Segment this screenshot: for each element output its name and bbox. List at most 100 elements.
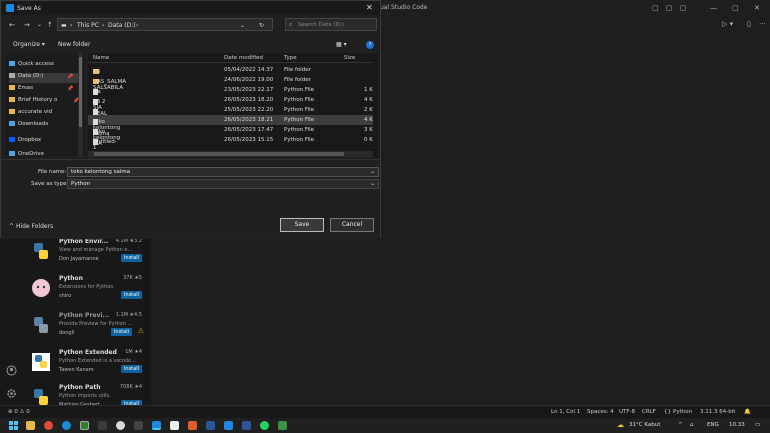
help-icon[interactable]: ?	[366, 41, 374, 49]
windows-start-icon[interactable]	[9, 421, 18, 430]
layout-icon[interactable]: ▢	[652, 4, 659, 12]
refresh-icon[interactable]: ↻	[259, 22, 264, 29]
nav-item-accurate-vid[interactable]: accurate vid	[9, 109, 83, 119]
nav-item-data-d[interactable]: Data (D:) 📌	[9, 73, 83, 83]
breadcrumb-separator: ›	[70, 22, 73, 29]
install-button[interactable]: Install	[120, 291, 142, 299]
nav-item-brief-history[interactable]: Brief History o 📌	[9, 97, 83, 107]
file-explorer-icon[interactable]	[26, 421, 35, 430]
breadcrumb-data-d[interactable]: Data (D:)	[108, 22, 136, 29]
file-name-input[interactable]: toko kelontong salma ⌄	[67, 167, 379, 177]
cloud-icon	[9, 151, 15, 156]
whatsapp-icon[interactable]	[260, 421, 269, 430]
account-icon[interactable]	[6, 365, 17, 376]
notification-icon[interactable]: ▭	[755, 422, 760, 428]
edge-icon[interactable]	[62, 421, 71, 430]
run-icon[interactable]: ▷ ▾	[722, 20, 733, 28]
vscode-icon[interactable]	[152, 421, 161, 430]
close-icon[interactable]: ✕	[754, 4, 760, 12]
chevron-down-icon[interactable]: ⌄	[37, 21, 42, 28]
file-row-selected[interactable]: toko kelontong salma 26/05/2023 18.21 Py…	[88, 115, 373, 137]
column-name[interactable]: Name	[93, 55, 109, 61]
input-language[interactable]: ENG	[707, 422, 719, 428]
eol[interactable]: CRLF	[642, 409, 656, 415]
nav-item-dropbox[interactable]: Dropbox	[9, 137, 83, 147]
app-icon[interactable]	[116, 421, 125, 430]
app-icon[interactable]	[224, 421, 233, 430]
word-icon[interactable]	[206, 421, 215, 430]
nav-item-quick-access[interactable]: Quick access	[9, 61, 83, 71]
new-folder-button[interactable]: New folder	[58, 41, 90, 48]
install-button[interactable]: Install	[120, 254, 142, 262]
file-row[interactable]: tb 2 sia 25/05/2023 22.20 Python File 2 …	[88, 105, 373, 127]
forward-arrow-icon[interactable]: →	[24, 21, 30, 29]
clock[interactable]: 10.33	[729, 422, 745, 428]
file-row[interactable]: UAS_SALMA SALSABILA 24/06/2022 19.00 Fil…	[88, 75, 373, 91]
encoding[interactable]: UTF-8	[619, 409, 635, 415]
layout-icon[interactable]: ▢	[680, 4, 687, 12]
app-icon[interactable]	[134, 421, 143, 430]
column-type[interactable]: Type	[284, 55, 297, 61]
bell-icon[interactable]: 🔔	[744, 409, 751, 415]
python-version[interactable]: 3.11.3 64-bit	[700, 409, 735, 415]
back-arrow-icon[interactable]: ←	[9, 21, 15, 29]
chevron-down-icon[interactable]: ⌄	[240, 22, 245, 29]
word-icon[interactable]	[242, 421, 251, 430]
extension-item[interactable]: Python Envir... 4.1M ★3.2 View and manag…	[31, 237, 146, 271]
extension-item[interactable]: Python Extended 1M ★4 Python Extended is…	[31, 348, 146, 382]
minimize-icon[interactable]: —	[710, 4, 717, 12]
weather-text[interactable]: 31°C Kabut	[629, 422, 660, 428]
nav-item-downloads[interactable]: Downloads	[9, 121, 83, 131]
view-options-icon[interactable]: ▦ ▾	[336, 41, 347, 48]
extension-item[interactable]: Python 37K ★5 Extensions for Python shir…	[31, 274, 146, 308]
chevron-down-icon[interactable]: ⌄	[370, 169, 375, 175]
language-mode[interactable]: Python	[673, 409, 692, 415]
nav-scrollbar[interactable]	[78, 53, 83, 157]
app-icon[interactable]	[80, 421, 89, 430]
organize-button[interactable]: Organize ▾	[13, 41, 45, 48]
column-date[interactable]: Date modified	[224, 55, 263, 61]
file-date: 25/05/2023 22.20	[224, 107, 274, 113]
tray-chevron-icon[interactable]: ^	[678, 422, 683, 428]
address-bar[interactable]: ▬ › This PC › Data (D:) › ⌄ ↻	[57, 18, 273, 31]
maximize-icon[interactable]: ▢	[732, 4, 739, 12]
file-row[interactable]: Untitled-1 26/05/2023 15.15 Python File …	[88, 135, 373, 151]
more-icon[interactable]: …	[759, 18, 766, 26]
extension-item[interactable]: Python Previ... 1.1M ★4.5 Provide Previe…	[31, 311, 146, 345]
cancel-button[interactable]: Cancel	[330, 218, 374, 232]
breadcrumb-this-pc[interactable]: This PC	[77, 22, 99, 29]
app-icon[interactable]	[188, 421, 197, 430]
problems-count[interactable]: ⊗ 0 ⚠ 0	[8, 409, 30, 415]
app-icon[interactable]	[278, 421, 287, 430]
save-button[interactable]: Save	[280, 218, 324, 232]
install-button[interactable]: Install	[110, 328, 132, 336]
nav-item-onedrive[interactable]: OneDrive	[9, 151, 83, 157]
cursor-position[interactable]: Ln 1, Col 1	[551, 409, 580, 415]
search-input[interactable]: ⌕ Search Data (D:)	[285, 18, 377, 31]
horizontal-scrollbar[interactable]	[88, 151, 373, 157]
chrome-icon[interactable]	[44, 421, 53, 430]
extension-name: Python	[59, 275, 83, 282]
install-button[interactable]: Install	[120, 365, 142, 373]
file-size: 2 K	[364, 107, 373, 113]
file-row[interactable]: TB 05/04/2022 14.37 File folder	[88, 65, 373, 75]
file-date: 26/05/2023 15.15	[224, 137, 274, 143]
save-as-type-select[interactable]: Python ⌄	[67, 179, 379, 189]
up-arrow-icon[interactable]: ↑	[47, 21, 53, 29]
hide-folders-label: Hide Folders	[15, 223, 54, 230]
close-icon[interactable]: ✕	[366, 3, 373, 12]
hide-folders-toggle[interactable]: ^ Hide Folders	[9, 223, 53, 230]
file-row[interactable]: sia 23/05/2023 22.17 Python File 1 K	[88, 85, 373, 95]
layout-icon[interactable]: ▢	[666, 4, 673, 12]
gear-icon[interactable]	[6, 388, 17, 399]
split-editor-icon[interactable]: ▯	[747, 20, 751, 28]
app-icon[interactable]	[98, 421, 107, 430]
column-size[interactable]: Size	[344, 55, 355, 61]
network-icon[interactable]: ⌂	[690, 422, 694, 428]
nav-item-emas[interactable]: Emas 📌	[9, 85, 83, 95]
file-row[interactable]: Toko kelontong SIA 26/05/2023 17.47 Pyth…	[88, 125, 373, 147]
indentation[interactable]: Spaces: 4	[587, 409, 614, 415]
braces-icon[interactable]: {}	[664, 409, 671, 415]
app-icon[interactable]	[170, 421, 179, 430]
file-row[interactable]: TB 2 SIA REAL 26/05/2023 18.20 Python Fi…	[88, 95, 373, 117]
